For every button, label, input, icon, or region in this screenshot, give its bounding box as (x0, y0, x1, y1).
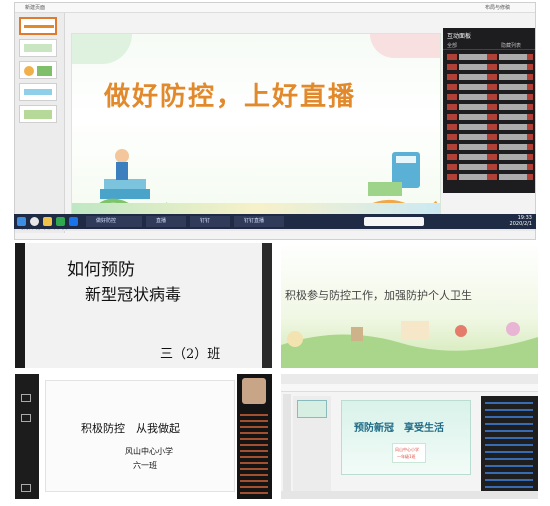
chat-message (447, 54, 533, 60)
thumb-content (24, 66, 34, 76)
slide-thumb-3[interactable] (19, 61, 57, 79)
chat-message (447, 124, 533, 130)
slide-title: 积极防控 从我做起 (81, 422, 180, 435)
main-slide: 做好防控，上好直播 (71, 33, 441, 218)
slide-title-line2: 新型冠状病毒 (85, 285, 182, 304)
chat-sidebar (237, 374, 272, 499)
screen-icon[interactable] (21, 394, 31, 402)
top-screenshot: 新建页面 布局与修稿 做好防控，上好直播 互动面板 全部 隐藏列表 (14, 2, 536, 240)
slide-subtitle-box: 风山中心小学 一年级1班 (392, 443, 426, 463)
chat-message (447, 104, 533, 110)
chat-message (447, 144, 533, 150)
start-icon[interactable] (17, 217, 26, 226)
school-name: 风山中心小学 (125, 447, 173, 456)
chat-message (447, 64, 533, 70)
chat-divider (443, 49, 535, 50)
left-toolbar (15, 374, 39, 499)
clock-date: 2020/2/1 (509, 221, 532, 227)
toolbar: 新建页面 布局与修稿 (15, 3, 535, 13)
taskbar-task[interactable]: 做好防控 (86, 216, 142, 227)
presenter-video (242, 378, 266, 404)
right-bezel (262, 243, 272, 368)
ribbon-icons (281, 384, 538, 392)
chat-message (447, 94, 533, 100)
slide-title: 预防新冠 享受生活 (354, 423, 444, 434)
slide-canvas: 预防新冠 享受生活 风山中心小学 一年级1班 (341, 400, 471, 475)
search-icon[interactable] (30, 217, 39, 226)
class-label: 三（2）班 (160, 347, 221, 362)
thumb-content (24, 110, 52, 119)
taskbar-task[interactable]: 钉钉 (190, 216, 230, 227)
slide-canvas (45, 380, 235, 492)
folder-icon[interactable] (43, 217, 52, 226)
slide-title-line1: 如何预防 (67, 260, 135, 280)
slide-sidebar (15, 13, 65, 233)
slide-decoration (370, 34, 440, 58)
chat-message (447, 134, 533, 140)
thumb-content (37, 66, 52, 76)
thumb-title-bar (24, 25, 54, 28)
chat-messages (485, 402, 533, 492)
clock: 19:33 2020/2/1 (502, 215, 532, 227)
slide-thumb-5[interactable] (19, 105, 57, 123)
slide-subtitle: 风山中心小学 (395, 447, 419, 452)
slide-thumbnails (293, 396, 331, 496)
class-name: 六一班 (133, 461, 157, 470)
slide-banner: 积极参与防控工作，加强防护个人卫生 (285, 289, 472, 302)
left-tool-strip (283, 394, 291, 494)
left-bezel (15, 243, 25, 368)
chat-message (447, 164, 533, 170)
slide-subtitle-2: 一年级1班 (397, 454, 416, 459)
slide-decoration (72, 34, 132, 64)
scene-illustration (281, 321, 538, 368)
taskbar-task[interactable]: 直播 (146, 216, 186, 227)
screenshot-panel-2: 积极参与防控工作，加强防护个人卫生 (281, 243, 538, 368)
layout-tab[interactable]: 布局与修稿 (485, 4, 510, 11)
thumb-content (24, 89, 52, 95)
camera-icon[interactable] (21, 414, 31, 422)
interaction-panel (481, 396, 538, 496)
interaction-panel: 互动面板 全部 隐藏列表 (443, 28, 535, 193)
chat-message (447, 154, 533, 160)
chat-message (447, 84, 533, 90)
slide-thumb-4[interactable] (19, 83, 57, 101)
slide-thumb-1[interactable] (19, 17, 57, 35)
chat-tab-all[interactable]: 全部 (447, 42, 457, 49)
chat-tab-hidden[interactable]: 隐藏列表 (501, 42, 521, 49)
slide-thumb-active[interactable] (297, 400, 327, 418)
screenshot-panel-3: 积极防控 从我做起 风山中心小学 六一班 (15, 374, 272, 499)
slide-thumb-2[interactable] (19, 39, 57, 57)
taskbar-task[interactable]: 钉钉直播 (234, 216, 284, 227)
chat-title: 互动面板 (447, 33, 472, 40)
app-icon[interactable] (69, 217, 78, 226)
mic-icon[interactable] (21, 484, 31, 492)
new-page-label[interactable]: 新建页面 (25, 4, 45, 11)
status-bar (281, 491, 538, 499)
slide-headline: 做好防控，上好直播 (104, 82, 357, 112)
browser-icon[interactable] (56, 217, 65, 226)
chat-messages (240, 414, 268, 494)
taskbar: 做好防控 直播 钉钉 钉钉直播 19:33 2020/2/1 (14, 214, 536, 229)
screenshot-panel-4: 预防新冠 享受生活 风山中心小学 一年级1班 (281, 374, 538, 499)
chat-message (447, 174, 533, 180)
ribbon-bar (281, 374, 538, 384)
screenshot-panel-1: 如何预防 新型冠状病毒 三（2）班 (15, 243, 272, 368)
thumb-content (24, 44, 52, 52)
chat-message (447, 74, 533, 80)
input-method-bar[interactable] (364, 217, 424, 226)
reader-illustration (93, 149, 170, 214)
chat-message (447, 114, 533, 120)
